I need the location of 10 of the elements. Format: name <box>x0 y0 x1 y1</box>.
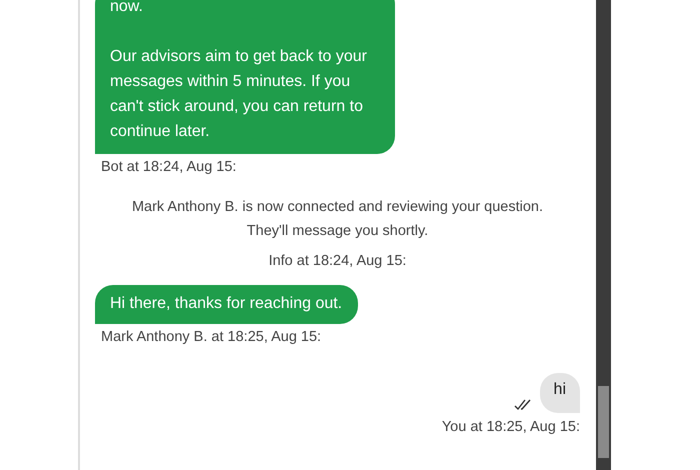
message-meta: You at 18:25, Aug 15: <box>442 419 580 435</box>
scrollbar[interactable] <box>596 0 611 470</box>
message-bubble: Hi there, thanks for reaching out. <box>95 285 358 324</box>
message-meta: Mark Anthony B. at 18:25, Aug 15: <box>101 329 322 345</box>
message-meta: Bot at 18:24, Aug 15: <box>101 159 238 175</box>
message-bubble: now. Our advisors aim to get back to your messages within 5 minutes. If you can't stick around, you can return to continue later. <box>95 0 395 154</box>
message-meta: Info at 18:24, Aug 15: <box>268 253 406 269</box>
info-message: Mark Anthony B. is now connected and reviewing your question. They'll message you shortly. <box>130 198 544 241</box>
message-bubble: hi <box>540 373 580 413</box>
scrollbar-thumb[interactable] <box>598 386 609 458</box>
